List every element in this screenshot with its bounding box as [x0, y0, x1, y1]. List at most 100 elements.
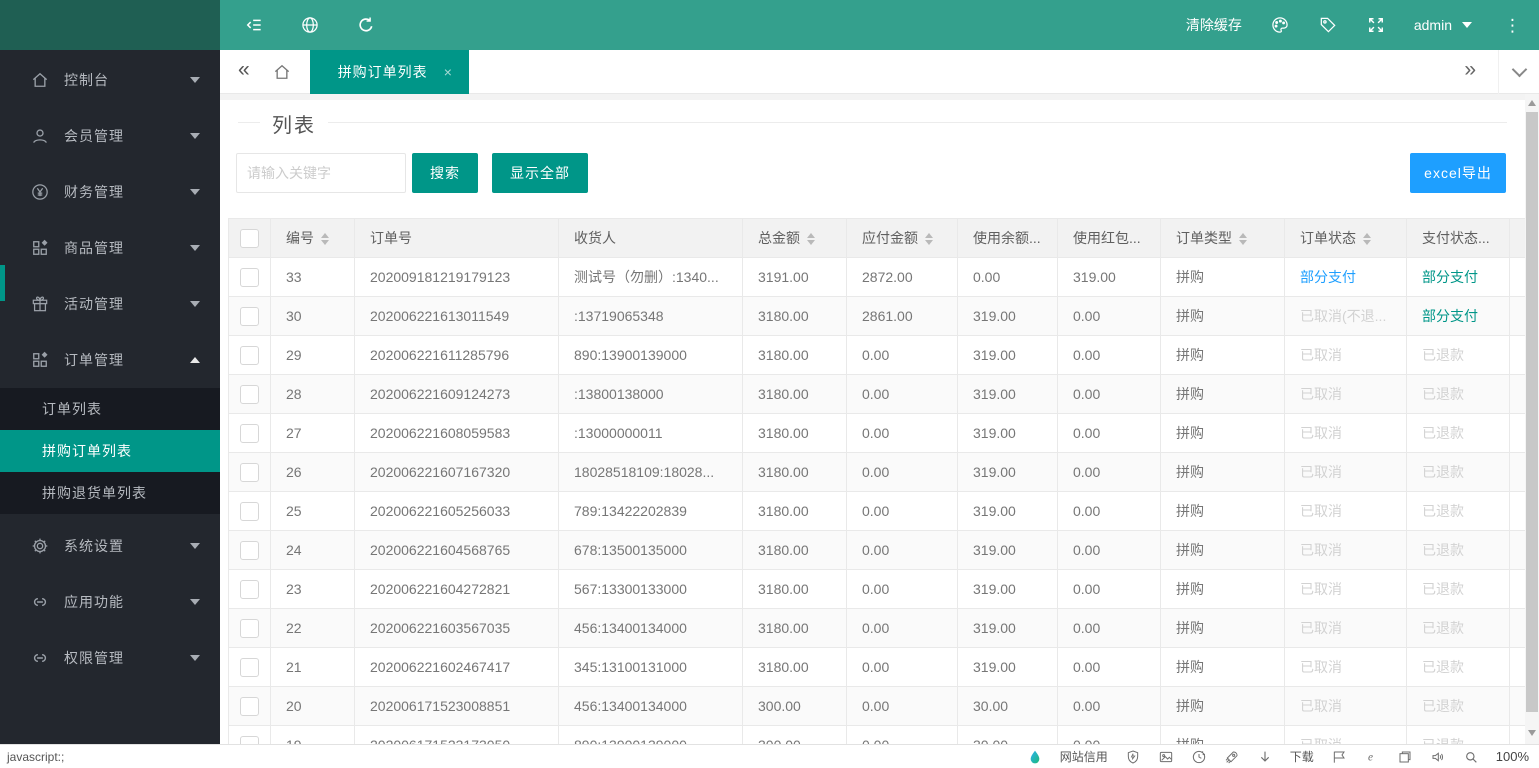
cell-order-no: 202006221609124273	[355, 375, 559, 414]
cell-ship-status: 没有发货	[1510, 258, 1526, 297]
sidebar-item-会员管理[interactable]: 会员管理	[0, 108, 220, 164]
pay-status-badge: 已退款	[1422, 542, 1464, 558]
sidebar-item-活动管理[interactable]: 活动管理	[0, 276, 220, 332]
tabs-menu-button[interactable]	[1498, 50, 1539, 94]
cell-red-packet: 0.00	[1058, 609, 1161, 648]
cell-order-status: 已取消	[1285, 609, 1407, 648]
tab-active[interactable]: 拼购订单列表 ×	[310, 50, 469, 94]
row-checkbox[interactable]	[240, 658, 259, 677]
column-header-总金额[interactable]: 总金额	[743, 219, 847, 258]
column-header-编号[interactable]: 编号	[271, 219, 355, 258]
table-row-27: 27 202006221608059583 :13000000011 3180.…	[229, 414, 1526, 453]
expand-caret-icon	[190, 599, 200, 605]
show-all-button[interactable]: 显示全部	[492, 153, 588, 193]
flag-icon[interactable]	[1331, 749, 1347, 765]
sort-icon[interactable]	[925, 233, 933, 245]
row-checkbox[interactable]	[240, 697, 259, 716]
sidebar-subitem-拼购退货单列表[interactable]: 拼购退货单列表	[0, 472, 220, 514]
sidebar-item-商品管理[interactable]: 商品管理	[0, 220, 220, 276]
arrow-down-icon[interactable]	[1257, 749, 1273, 765]
order-status-badge: 已取消	[1300, 503, 1342, 519]
cell-balance: 319.00	[958, 453, 1058, 492]
search-icon[interactable]	[1463, 749, 1479, 765]
expand-caret-icon	[190, 133, 200, 139]
fullscreen-icon[interactable]	[1366, 15, 1386, 35]
scrollbar-thumb[interactable]	[1526, 112, 1538, 712]
tag-icon[interactable]	[1318, 15, 1338, 35]
sidebar-item-控制台[interactable]: 控制台	[0, 52, 220, 108]
select-all-checkbox[interactable]	[240, 229, 259, 248]
gauge-icon[interactable]	[1191, 749, 1207, 765]
sidebar-item-系统设置[interactable]: 系统设置	[0, 518, 220, 574]
order-status-badge: 已取消	[1300, 542, 1342, 558]
row-checkbox[interactable]	[240, 502, 259, 521]
row-checkbox[interactable]	[240, 736, 259, 745]
excel-export-button[interactable]: excel导出	[1410, 153, 1506, 193]
row-checkbox[interactable]	[240, 424, 259, 443]
window-icon[interactable]	[1397, 749, 1413, 765]
scroll-down-arrow[interactable]	[1528, 730, 1536, 736]
rocket-icon[interactable]	[1224, 749, 1240, 765]
home-tab-icon[interactable]	[272, 62, 292, 82]
search-input[interactable]	[236, 153, 406, 193]
cell-order-no: 202006221602467417	[355, 648, 559, 687]
theme-palette-icon[interactable]	[1270, 15, 1290, 35]
speaker-icon[interactable]	[1430, 749, 1446, 765]
sidebar-subitem-拼购订单列表[interactable]: 拼购订单列表	[0, 430, 220, 472]
row-checkbox[interactable]	[240, 385, 259, 404]
sort-icon[interactable]	[321, 233, 329, 245]
cell-balance: 319.00	[958, 375, 1058, 414]
search-button[interactable]: 搜索	[412, 153, 478, 193]
cell-order-type: 拼购	[1161, 531, 1285, 570]
row-checkbox[interactable]	[240, 541, 259, 560]
cell-ship-status: 没有发货	[1510, 453, 1526, 492]
sidebar-subitem-订单列表[interactable]: 订单列表	[0, 388, 220, 430]
pay-status-badge: 已退款	[1422, 425, 1464, 441]
column-header-订单状态[interactable]: 订单状态	[1285, 219, 1407, 258]
row-select-cell	[229, 453, 271, 492]
tab-close-icon[interactable]: ×	[444, 64, 453, 80]
row-checkbox[interactable]	[240, 580, 259, 599]
sort-icon[interactable]	[1239, 233, 1247, 245]
drop-icon[interactable]	[1027, 749, 1043, 765]
row-checkbox[interactable]	[240, 346, 259, 365]
sidebar-item-财务管理[interactable]: 财务管理	[0, 164, 220, 220]
refresh-icon[interactable]	[356, 15, 376, 35]
sidebar-item-权限管理[interactable]: 权限管理	[0, 630, 220, 686]
column-header-订单类型[interactable]: 订单类型	[1161, 219, 1285, 258]
globe-icon[interactable]	[300, 15, 320, 35]
photo-icon[interactable]	[1158, 749, 1174, 765]
status-text-下载[interactable]: 下载	[1290, 748, 1314, 765]
order-status-badge: 已取消(不退...	[1300, 308, 1386, 324]
cell-payable: 0.00	[847, 726, 958, 745]
sidebar-item-应用功能[interactable]: 应用功能	[0, 574, 220, 630]
status-text-网站信用[interactable]: 网站信用	[1060, 748, 1108, 765]
tabs-scroll-left-icon[interactable]: «	[220, 58, 266, 85]
clear-cache-button[interactable]: 清除缓存	[1186, 15, 1242, 35]
row-checkbox[interactable]	[240, 268, 259, 287]
column-header-应付金额[interactable]: 应付金额	[847, 219, 958, 258]
ie-icon[interactable]: e	[1364, 749, 1380, 765]
row-checkbox[interactable]	[240, 463, 259, 482]
cell-payable: 0.00	[847, 687, 958, 726]
scroll-up-arrow[interactable]	[1528, 100, 1536, 106]
row-checkbox[interactable]	[240, 619, 259, 638]
collapse-sidebar-icon[interactable]	[244, 15, 264, 35]
expand-caret-icon	[190, 655, 200, 661]
grid-icon	[30, 238, 50, 258]
tabs-scroll-right-icon[interactable]: »	[1442, 58, 1498, 85]
gift-icon	[30, 294, 50, 314]
row-checkbox[interactable]	[240, 307, 259, 326]
sort-icon[interactable]	[807, 233, 815, 245]
zoom-level[interactable]: 100%	[1496, 749, 1529, 764]
more-options-icon[interactable]: ⋮	[1500, 17, 1525, 34]
row-select-cell	[229, 648, 271, 687]
sidebar-subitem-label: 拼购订单列表	[42, 441, 132, 461]
sort-icon[interactable]	[1363, 233, 1371, 245]
shield-icon[interactable]	[1125, 749, 1141, 765]
user-menu[interactable]: admin	[1414, 17, 1472, 33]
column-header-label: 使用余额...	[973, 230, 1041, 246]
cell-red-packet: 0.00	[1058, 297, 1161, 336]
vertical-scrollbar[interactable]	[1525, 94, 1539, 744]
sidebar-item-订单管理[interactable]: 订单管理	[0, 332, 220, 388]
